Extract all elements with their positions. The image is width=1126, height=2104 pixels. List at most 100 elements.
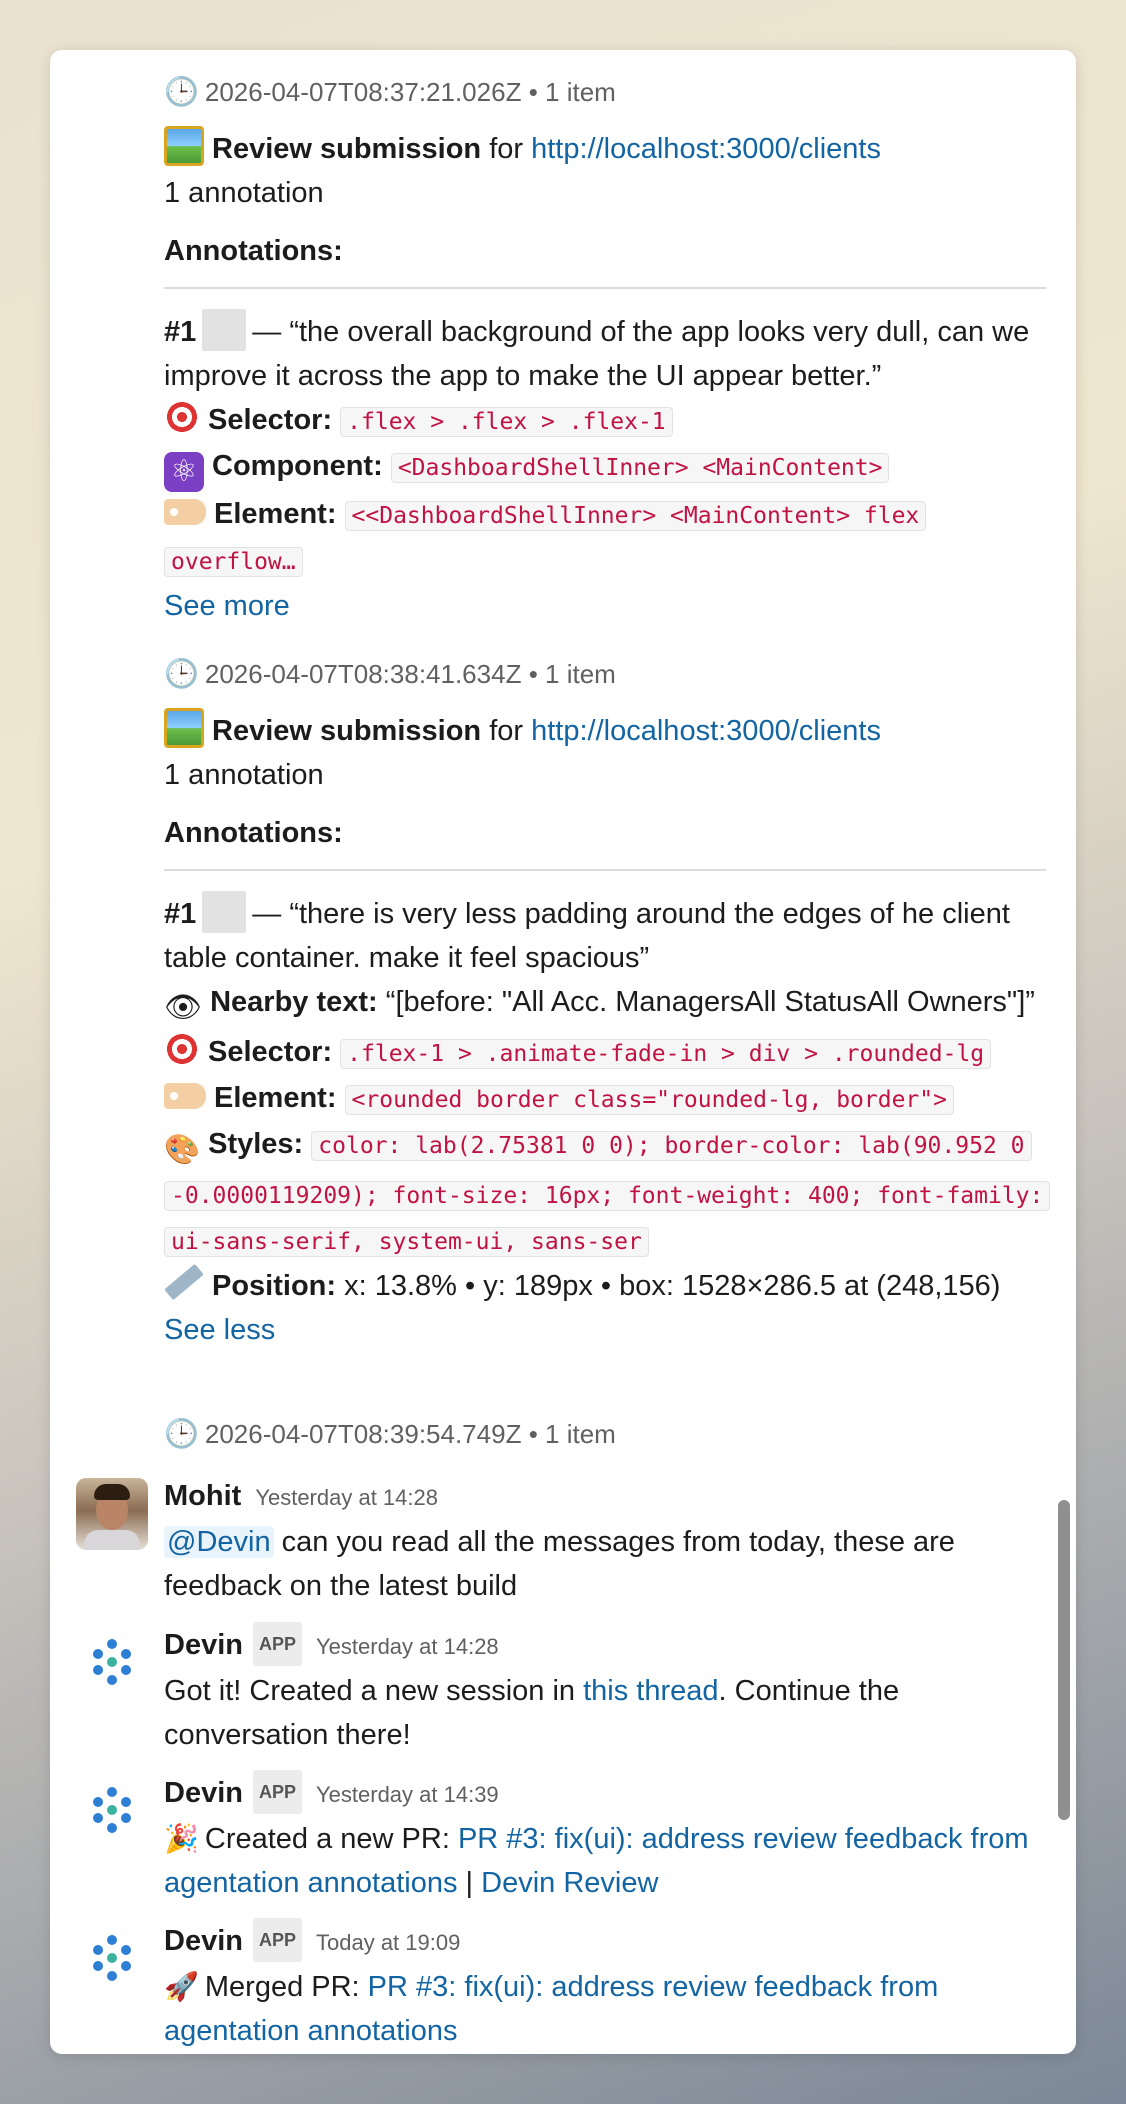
author-name[interactable]: Devin [164, 1629, 243, 1661]
message-time[interactable]: Yesterday at 14:28 [316, 1634, 499, 1659]
see-less-row: See less [164, 1308, 1046, 1352]
see-more-row: See more [164, 584, 1046, 628]
message-header: Devin APP Yesterday at 14:39 [164, 1770, 1046, 1817]
clock-icon: 🕒 [164, 76, 199, 107]
message-time[interactable]: Yesterday at 14:28 [255, 1485, 438, 1510]
annotation-quote: #1— “the overall background of the app l… [164, 309, 1046, 398]
styles-label: Styles: [208, 1128, 304, 1160]
devin-logo-icon[interactable] [84, 1782, 140, 1838]
item-count: • 1 item [528, 1419, 616, 1449]
devin-logo-icon[interactable] [84, 1634, 140, 1690]
message-time[interactable]: Yesterday at 14:39 [316, 1782, 499, 1807]
nearby-text: “[before: "All Acc. ManagersAll StatusAl… [385, 986, 1035, 1018]
annotation-count: 1 annotation [164, 759, 324, 791]
rocket-icon: 🚀 [164, 1971, 199, 2002]
message-header: Devin APP Today at 19:09 [164, 1918, 1046, 1965]
framed-picture-icon [164, 708, 204, 748]
annotations-heading: Annotations: [164, 817, 343, 849]
ruler-icon [164, 1263, 204, 1301]
message-header: Devin APP Yesterday at 14:28 [164, 1622, 1046, 1669]
for-text: for [489, 715, 524, 747]
framed-picture-icon [164, 126, 204, 166]
position-value: x: 13.8% • y: 189px • box: 1528×286.5 at… [344, 1270, 1001, 1302]
message-body: 🎉 Created a new PR: PR #3: fix(ui): addre… [164, 1817, 1046, 1905]
element-label: Element: [214, 1082, 337, 1114]
review-url-link[interactable]: http://localhost:3000/clients [531, 715, 881, 747]
color-swatch [202, 309, 247, 351]
item-count: • 1 item [528, 77, 616, 107]
devin-logo-icon[interactable] [84, 1930, 140, 1986]
author-name[interactable]: Mohit [164, 1480, 241, 1512]
atom-icon: ⚛ [164, 452, 204, 492]
element-code: <rounded border class="rounded-lg, borde… [344, 1085, 954, 1115]
component-code: <DashboardShellInner> <MainContent> [390, 453, 890, 483]
divider [164, 287, 1046, 289]
review-block-2: 🕒 2026-04-07T08:38:41.634Z • 1 item Revie… [164, 652, 1051, 1352]
author-name[interactable]: Devin [164, 1925, 243, 1957]
annotation-quote: #1— “there is very less padding around t… [164, 891, 1046, 980]
target-icon [164, 1031, 200, 1067]
element-label: Element: [214, 498, 337, 530]
see-more-link[interactable]: See more [164, 590, 290, 622]
clock-icon: 🕒 [164, 658, 199, 689]
timestamp-row: 🕒 2026-04-07T08:38:41.634Z • 1 item [164, 652, 1046, 696]
app-badge: APP [252, 1918, 302, 1962]
palette-icon: 🎨 [164, 1134, 201, 1166]
nearby-row: 👁 Nearby text: “[before: "All Acc. Manage… [164, 980, 1046, 1030]
text-before-link: Got it! Created a new session in [164, 1675, 584, 1707]
annotation-number: #1 [164, 316, 197, 348]
timestamp: 2026-04-07T08:37:21.026Z [204, 77, 522, 107]
label-tag-icon [164, 499, 206, 525]
app-badge: APP [252, 1770, 302, 1814]
thread-link[interactable]: this thread [583, 1675, 718, 1707]
message-body: 🚀 Merged PR: PR #3: fix(ui): address revi… [164, 1965, 1046, 2053]
annotations-heading: Annotations: [164, 235, 343, 267]
review-url-link[interactable]: http://localhost:3000/clients [531, 133, 881, 165]
author-name[interactable]: Devin [164, 1777, 243, 1809]
scrollbar-thumb[interactable] [1058, 1500, 1070, 1820]
app-badge: APP [252, 1622, 302, 1666]
item-count: • 1 item [528, 659, 616, 689]
selector-row: Selector: .flex-1 > .animate-fade-in > d… [164, 1030, 1046, 1076]
target-icon [164, 399, 200, 435]
selector-row: Selector: .flex > .flex > .flex-1 [164, 398, 1046, 444]
label-tag-icon [164, 1083, 206, 1109]
element-row: Element: <rounded border class="rounded-… [164, 1076, 1046, 1122]
timestamp: 2026-04-07T08:39:54.749Z [204, 1419, 522, 1449]
eye-icon: 👁 [164, 991, 203, 1024]
timestamp: 2026-04-07T08:38:41.634Z [204, 659, 522, 689]
text-before-link: Created a new PR: [204, 1823, 458, 1855]
party-popper-icon: 🎉 [164, 1823, 199, 1854]
review-block-1: 🕒 2026-04-07T08:37:21.026Z • 1 item Revie… [164, 70, 1046, 628]
timestamp-row: 🕒 2026-04-07T08:37:21.026Z • 1 item [164, 70, 1046, 114]
color-swatch [202, 891, 247, 933]
annotation-count: 1 annotation [164, 177, 324, 209]
devin-review-link[interactable]: Devin Review [481, 1867, 658, 1899]
selector-code: .flex > .flex > .flex-1 [340, 407, 673, 437]
for-text: for [489, 133, 524, 165]
quote-text: — “there is very less padding around the… [164, 898, 1010, 974]
review-title: Review submission for http://localhost:3… [164, 708, 1046, 753]
selector-code: .flex-1 > .animate-fade-in > div > .roun… [340, 1039, 992, 1069]
review-label: Review submission [212, 133, 482, 165]
message-header: Mohit Yesterday at 14:28 [164, 1474, 1046, 1520]
styles-row: 🎨 Styles: color: lab(2.75381 0 0); border… [164, 1122, 1051, 1264]
message-panel: 🕒 2026-04-07T08:37:21.026Z • 1 item Revie… [50, 50, 1076, 2054]
review-label: Review submission [212, 715, 482, 747]
see-less-link[interactable]: See less [164, 1314, 275, 1346]
message-time[interactable]: Today at 19:09 [316, 1930, 460, 1955]
nearby-label: Nearby text: [210, 986, 378, 1018]
avatar[interactable] [76, 1478, 148, 1550]
position-row: Position: x: 13.8% • y: 189px • box: 152… [164, 1263, 1046, 1308]
component-row: ⚛ Component: <DashboardShellInner> <MainC… [164, 444, 1046, 492]
clock-icon: 🕒 [164, 1418, 199, 1449]
message-text: can you read all the messages from today… [164, 1526, 955, 1602]
timestamp-row: 🕒 2026-04-07T08:39:54.749Z • 1 item [164, 1412, 1046, 1456]
quote-text: — “the overall background of the app loo… [164, 316, 1030, 392]
message-body: Got it! Created a new session in this th… [164, 1669, 1046, 1757]
separator: | [457, 1867, 482, 1899]
selector-label: Selector: [208, 404, 333, 436]
review-title: Review submission for http://localhost:3… [164, 126, 1046, 171]
mention-link[interactable]: @Devin [164, 1526, 274, 1558]
message-body: @Devin can you read all the messages fro… [164, 1520, 1046, 1608]
